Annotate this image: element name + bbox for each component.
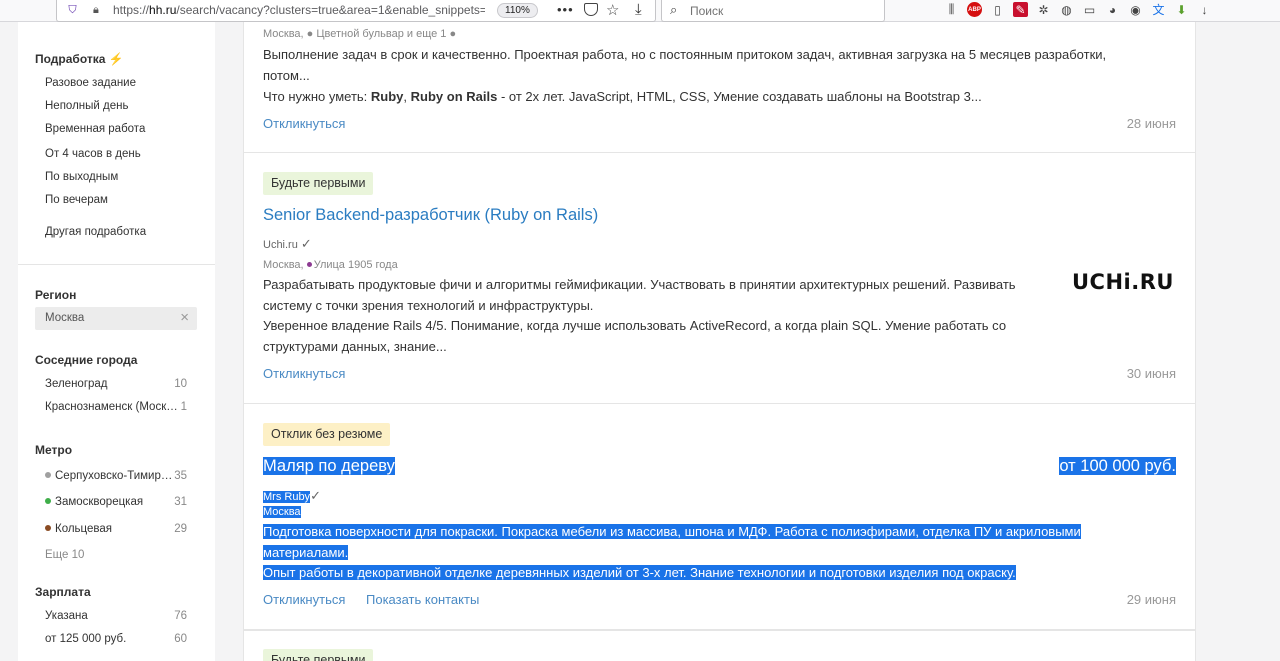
vacancy-location: Москва (263, 506, 301, 518)
tracking-shield-icon[interactable]: ⛉ (67, 4, 78, 17)
filter-item-krasnoznamensk[interactable]: Краснознаменск (Моск… (45, 401, 178, 413)
filter-count: 1 (180, 401, 187, 413)
company-logo[interactable]: UCHi.RU (1072, 270, 1174, 294)
sidebar-icon[interactable]: ▯ (990, 2, 1005, 17)
vacancy-responsibilities: Разрабатывать продуктовые фичи и алгорит… (263, 277, 1016, 313)
filter-item-metro-serpukhovsko[interactable]: Серпуховско-Тимир… (45, 470, 172, 482)
extension-icon[interactable]: ◕ (1105, 2, 1120, 17)
vacancy-title-link[interactable]: Маляр по дереву (263, 457, 395, 476)
region-chip[interactable]: Москва × (35, 307, 197, 330)
vacancy-card: Будьте первыми (243, 630, 1196, 661)
filter-item-salary-125000[interactable]: от 125 000 руб. (45, 633, 126, 645)
address-bar[interactable]: ⛉ 🔒︎ https://hh.ru/search/vacancy?cluste… (56, 0, 656, 22)
adblock-icon[interactable]: ABP (967, 2, 982, 17)
metro-line-dot (45, 525, 51, 531)
filter-count: 60 (174, 633, 187, 645)
account-icon[interactable]: ◉ (1128, 2, 1143, 17)
filter-item-salary-specified[interactable]: Указана (45, 610, 88, 622)
filter-item-part-time[interactable]: Неполный день (45, 100, 128, 112)
url-path: /search/vacancy?clusters=true&area=1&ena… (176, 3, 485, 17)
metro-line-dot (306, 262, 312, 267)
show-contacts-link[interactable]: Показать контакты (366, 592, 479, 607)
vacancy-date: 30 июня (1126, 366, 1176, 381)
pocket-icon[interactable] (584, 3, 598, 16)
page-actions-icon[interactable]: ••• (557, 2, 574, 17)
toolbar-icons: ⫼ ABP ▯ ✎ ✲ ◍ ▭ ◕ ◉ 文 ⬇ ↓ (944, 2, 1212, 17)
bookmark-star-icon[interactable]: ☆ (606, 1, 619, 19)
filter-count: 10 (174, 378, 187, 390)
metro-line-dot (45, 498, 51, 504)
filter-title-metro: Метро (35, 443, 73, 457)
filter-item-metro-zamoskvoretskaya[interactable]: Замоскворецкая (45, 496, 143, 508)
vacancy-responsibilities: Выполнение задач в срок и качественно. П… (263, 47, 1107, 83)
filter-item-weekends[interactable]: По выходным (45, 171, 118, 183)
vacancy-card: Будьте первыми Senior Backend-разработчи… (243, 153, 1196, 404)
filter-count: 35 (174, 470, 187, 482)
vacancy-salary: от 100 000 руб. (1059, 457, 1176, 475)
vacancy-location: Москва, Улица 1905 года (263, 259, 398, 271)
pdf-icon[interactable]: ✎ (1013, 2, 1028, 17)
vacancy-responsibilities: Подготовка поверхности для покраски. Пок… (263, 524, 1081, 560)
filter-title-region: Регион (35, 288, 77, 302)
verified-check-icon: ✓ (310, 488, 321, 503)
vacancy-card: Москва, ● Цветной бульвар и еще 1 ● Выпо… (243, 22, 1196, 153)
lightning-icon: ⚡ (108, 52, 124, 66)
vacancy-date: 29 июня (1126, 592, 1176, 607)
zoom-indicator[interactable]: 110% (497, 3, 538, 18)
close-icon[interactable]: × (180, 309, 189, 326)
vacancy-requirements: Уверенное владение Rails 4/5. Понимание,… (263, 318, 1007, 354)
vacancy-card: Отклик без резюме Маляр по дереву от 100… (243, 404, 1196, 630)
search-placeholder: Поиск (690, 4, 724, 18)
screen-icon[interactable]: ▭ (1082, 2, 1097, 17)
respond-link[interactable]: Откликнуться (263, 592, 345, 607)
browser-toolbar: ⛉ 🔒︎ https://hh.ru/search/vacancy?cluste… (0, 0, 1280, 22)
filter-item-evenings[interactable]: По вечерам (45, 194, 108, 206)
filter-item-zelenograd[interactable]: Зеленоград (45, 378, 108, 390)
vacancy-requirements: Опыт работы в декоративной отделке дерев… (263, 565, 1016, 580)
vacancy-date: 28 июня (1126, 116, 1176, 131)
download-icon[interactable]: ⤓ (635, 1, 642, 18)
vacancy-requirements: Что нужно уметь: Ruby, Ruby on Rails - о… (263, 89, 982, 104)
url-prefix: https:// (113, 3, 150, 17)
company-link[interactable]: Uchi.ru ✓ (263, 236, 312, 252)
filter-count: 76 (174, 610, 187, 622)
respond-link[interactable]: Откликнуться (263, 366, 345, 381)
filter-title-nearby: Соседние города (35, 353, 138, 367)
filter-title-work-type: Подработка ⚡ (35, 52, 124, 66)
metro-line-dot (45, 472, 51, 478)
divider (18, 264, 215, 265)
url-text[interactable]: https://hh.ru/search/vacancy?clusters=tr… (113, 3, 485, 17)
library-icon[interactable]: ⫼ (944, 2, 959, 17)
translate-icon[interactable]: 文 (1151, 2, 1166, 17)
filter-count: 31 (174, 496, 187, 508)
filters-sidebar: Подработка ⚡ Разовое задание Неполный де… (18, 22, 215, 661)
region-value: Москва (45, 312, 85, 324)
vacancy-location: Москва, ● Цветной бульвар и еще 1 ● (263, 28, 457, 40)
filter-more-metro[interactable]: Еще 10 (45, 549, 84, 561)
filter-title-salary: Зарплата (35, 585, 91, 599)
filter-item-4-hours[interactable]: От 4 часов в день (45, 148, 141, 160)
vacancy-list: Москва, ● Цветной бульвар и еще 1 ● Выпо… (243, 22, 1196, 661)
filter-item-other[interactable]: Другая подработка (45, 226, 146, 238)
filter-item-metro-koltsevaya[interactable]: Кольцевая (45, 523, 112, 535)
download-helper-icon[interactable]: ⬇ (1174, 2, 1189, 17)
vacancy-badge: Будьте первыми (263, 172, 374, 195)
company-link[interactable]: Mrs Ruby✓ (263, 488, 321, 504)
verified-check-icon: ✓ (300, 236, 312, 251)
settings-icon[interactable]: ✲ (1036, 2, 1051, 17)
respond-link[interactable]: Откликнуться (263, 116, 345, 131)
vacancy-badge: Отклик без резюме (263, 423, 391, 446)
filter-item-one-time[interactable]: Разовое задание (45, 77, 136, 89)
lock-icon[interactable]: 🔒︎ (93, 4, 103, 17)
filter-count: 29 (174, 523, 187, 535)
arrow-down-icon[interactable]: ↓ (1197, 2, 1212, 17)
filter-item-temporary[interactable]: Временная работа (45, 123, 145, 135)
search-icon: ⌕ (670, 2, 678, 17)
vacancy-title-link[interactable]: Senior Backend-разработчик (Ruby on Rail… (263, 206, 598, 225)
vacancy-badge: Будьте первыми (263, 649, 374, 661)
globe-icon[interactable]: ◍ (1059, 2, 1074, 17)
search-bar[interactable]: ⌕ Поиск (661, 0, 885, 22)
url-host: hh.ru (149, 3, 177, 17)
